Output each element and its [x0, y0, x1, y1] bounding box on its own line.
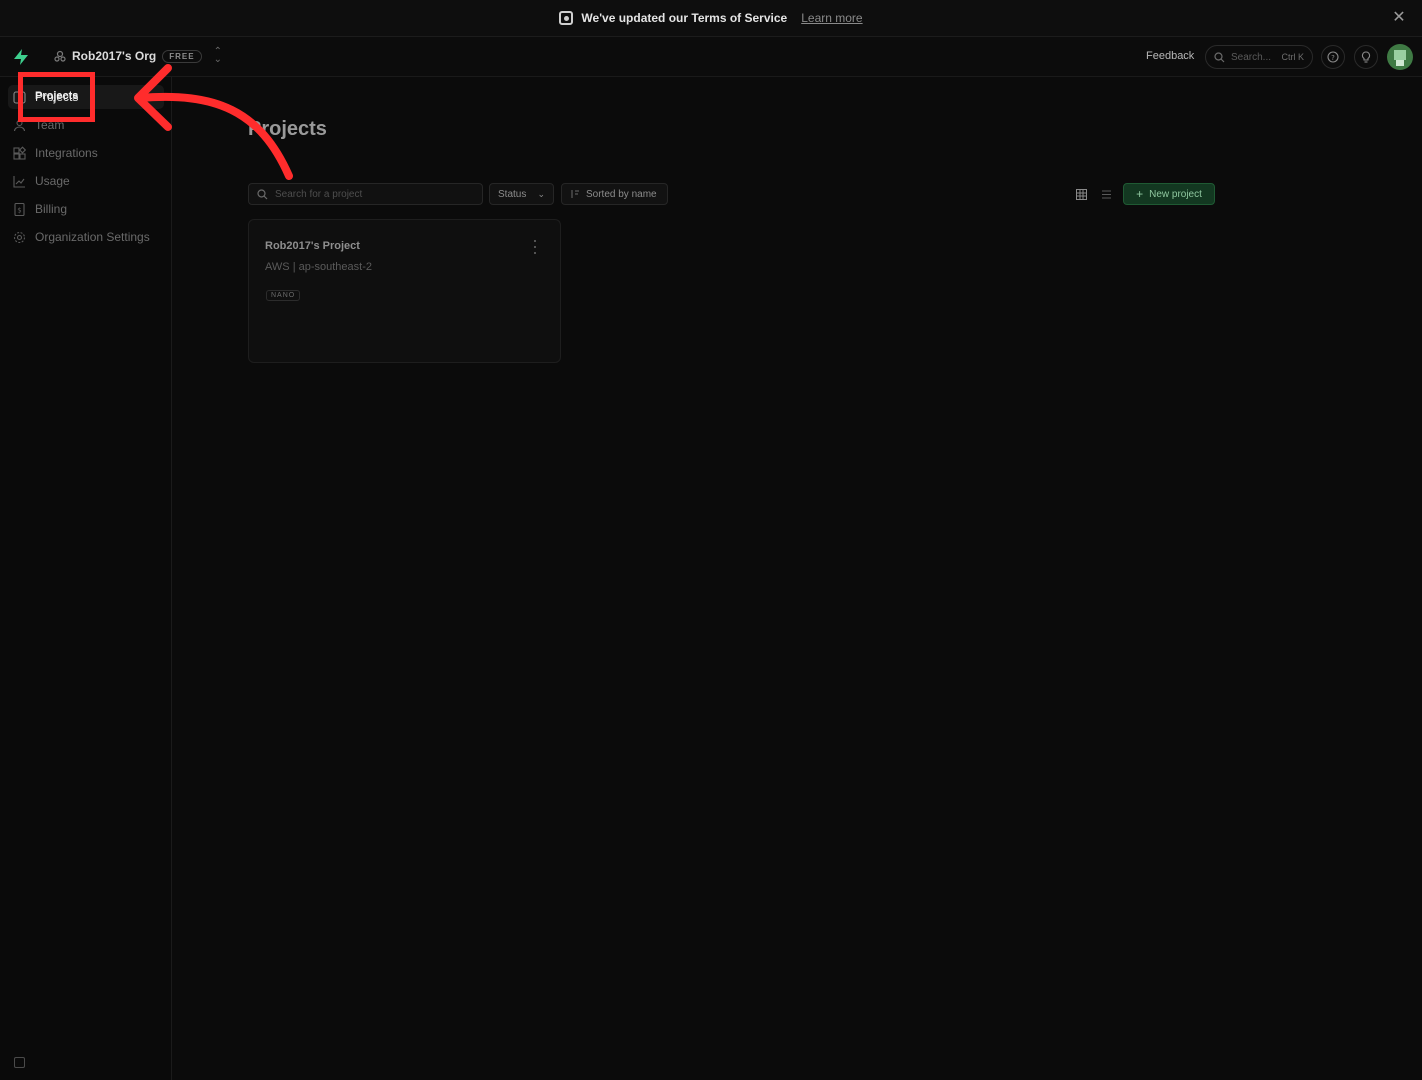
top-bar: Rob2017's Org FREE ⌃ ⌄ Feedback Search...… — [0, 37, 1422, 77]
grid-icon — [1075, 188, 1087, 200]
banner-message: We've updated our Terms of Service — [581, 11, 788, 25]
search-placeholder: Search... — [1231, 51, 1272, 63]
project-card[interactable]: Rob2017's Project AWS | ap-southeast-2 N… — [248, 219, 561, 363]
plus-icon: + — [1136, 187, 1144, 201]
sidebar-item-label: Integrations — [35, 146, 98, 160]
annotation-arrow — [134, 64, 293, 180]
collapse-sidebar-icon[interactable] — [14, 1057, 25, 1068]
sidebar-item-integrations[interactable]: Integrations — [8, 141, 164, 165]
status-filter-button[interactable]: Status ⌄ — [489, 183, 554, 205]
new-project-button[interactable]: + New project — [1123, 183, 1215, 205]
sort-button[interactable]: Sorted by name — [561, 183, 668, 205]
sidebar: Projects Team Integrations Usage $ Billi… — [0, 77, 172, 1080]
more-options-icon[interactable] — [532, 240, 538, 254]
help-button[interactable]: ? — [1321, 45, 1345, 69]
org-icon — [54, 50, 66, 62]
status-label: Status — [498, 188, 527, 200]
project-search-input[interactable]: Search for a project — [248, 183, 483, 205]
org-switcher[interactable]: Rob2017's Org FREE ⌃ ⌄ — [54, 47, 222, 65]
list-icon — [1101, 190, 1111, 198]
sidebar-item-organization-settings[interactable]: Organization Settings — [8, 225, 164, 249]
sidebar-item-usage[interactable]: Usage — [8, 169, 164, 193]
sidebar-item-label: Organization Settings — [35, 230, 150, 244]
sidebar-item-billing[interactable]: $ Billing — [8, 197, 164, 221]
project-size-badge: NANO — [266, 290, 301, 301]
search-placeholder: Search for a project — [275, 188, 363, 200]
chevron-down-icon: ⌄ — [537, 188, 545, 199]
supabase-logo-icon[interactable] — [12, 48, 30, 66]
close-icon[interactable]: ✕ — [1390, 9, 1408, 27]
search-shortcut: Ctrl K — [1281, 52, 1305, 62]
sort-label: Sorted by name — [586, 188, 657, 200]
help-icon: ? — [1327, 51, 1339, 63]
global-search[interactable]: Search... Ctrl K — [1205, 45, 1313, 69]
sidebar-item-label: Usage — [35, 174, 70, 188]
settings-icon — [13, 231, 26, 243]
svg-text:$: $ — [17, 206, 21, 214]
project-name: Rob2017's Project — [265, 240, 360, 252]
feedback-button[interactable]: Feedback — [1146, 50, 1194, 62]
sidebar-item-label: Billing — [35, 202, 68, 216]
svg-text:?: ? — [1331, 54, 1335, 62]
usage-icon — [13, 175, 25, 188]
search-icon — [257, 188, 268, 199]
org-name: Rob2017's Org — [72, 49, 157, 63]
new-project-label: New project — [1149, 188, 1202, 200]
search-icon — [1214, 51, 1225, 62]
annotation-projects-label: Projects — [35, 90, 79, 102]
plan-badge: FREE — [162, 49, 202, 63]
billing-icon: $ — [14, 202, 25, 216]
project-region: AWS | ap-southeast-2 — [265, 261, 372, 273]
list-view-button[interactable] — [1097, 185, 1115, 203]
lightbulb-icon — [1361, 51, 1371, 63]
info-icon — [559, 11, 574, 25]
integrations-icon — [13, 145, 27, 160]
page-title: Projects — [248, 118, 327, 140]
learn-more-link[interactable]: Learn more — [801, 11, 862, 25]
sort-icon — [571, 190, 579, 198]
grid-view-button[interactable] — [1072, 185, 1090, 203]
chevron-up-down-icon[interactable]: ⌃ ⌄ — [214, 47, 222, 65]
user-avatar[interactable] — [1387, 44, 1413, 70]
terms-banner: We've updated our Terms of Service Learn… — [0, 0, 1422, 37]
whats-new-button[interactable] — [1354, 45, 1378, 69]
